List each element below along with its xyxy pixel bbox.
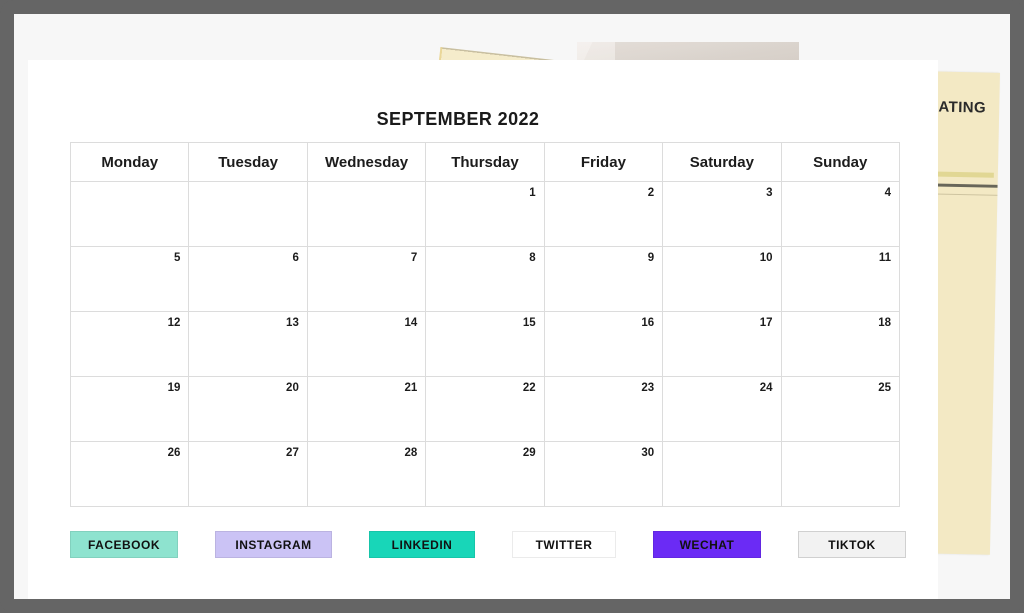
weekday-header-saturday: Saturday: [662, 142, 782, 182]
calendar-day-number: 11: [878, 252, 891, 264]
calendar-day-number: 8: [529, 252, 536, 264]
calendar-day-number: 25: [878, 382, 891, 394]
calendar-day-cell[interactable]: 27: [188, 441, 308, 507]
calendar-day-number: 21: [404, 382, 418, 394]
calendar-body: 1 2 3 4 5 6 7 8 9 10 11 12 13 14 15 16 17 18 19 20 21 22 23 24 2…: [69, 181, 901, 507]
calendar-day-cell[interactable]: 21: [306, 376, 427, 442]
calendar-day-number: 18: [878, 317, 891, 329]
calendar-day-cell[interactable]: 24: [662, 376, 782, 442]
calendar-day-cell[interactable]: 5: [69, 246, 190, 312]
calendar-day-number: 7: [410, 252, 418, 264]
calendar-empty-cell[interactable]: [780, 441, 901, 507]
calendar-day-number: 28: [404, 447, 418, 459]
calendar-day-cell[interactable]: 11: [780, 246, 901, 312]
page-title: SEPTEMBER 2022: [376, 109, 540, 129]
calendar-empty-cell[interactable]: [188, 181, 308, 247]
calendar-day-number: 6: [292, 252, 299, 264]
calendar-day-cell[interactable]: 16: [543, 311, 664, 377]
calendar-day-number: 4: [884, 187, 891, 199]
calendar-day-number: 17: [759, 317, 773, 329]
calendar-header-row: Monday Tuesday Wednesday Thursday Friday…: [69, 142, 901, 182]
calendar-day-cell[interactable]: 1: [425, 181, 545, 247]
calendar-day-cell[interactable]: 9: [543, 246, 664, 312]
calendar-week-row: 1 2 3 4: [69, 181, 901, 247]
social-button-twitter[interactable]: TWITTER: [512, 531, 616, 558]
calendar-day-cell[interactable]: 23: [543, 376, 664, 442]
calendar-day-number: 10: [759, 252, 773, 264]
calendar-day-cell[interactable]: 14: [306, 311, 427, 377]
calendar-day-cell[interactable]: 4: [780, 181, 901, 247]
calendar-day-cell[interactable]: 19: [69, 376, 190, 442]
calendar-day-number: 20: [286, 382, 299, 394]
calendar-day-number: 12: [167, 317, 181, 329]
calendar-week-row: 12 13 14 15 16 17 18: [69, 311, 901, 377]
calendar-day-number: 13: [286, 317, 299, 329]
calendar-day-cell[interactable]: 12: [69, 311, 190, 377]
calendar-day-number: 23: [641, 382, 655, 394]
calendar-day-number: 9: [647, 252, 655, 264]
calendar-week-row: 19 20 21 22 23 24 25: [69, 376, 901, 442]
weekday-header-thursday: Thursday: [425, 142, 545, 182]
weekday-header-friday: Friday: [543, 142, 664, 182]
social-button-instagram[interactable]: INSTAGRAM: [215, 531, 332, 558]
calendar-day-cell[interactable]: 22: [425, 376, 545, 442]
calendar-day-cell[interactable]: 29: [425, 441, 545, 507]
weekday-header-wednesday: Wednesday: [306, 142, 427, 182]
calendar-day-number: 30: [641, 447, 655, 459]
calendar-day-cell[interactable]: 20: [188, 376, 308, 442]
calendar-day-number: 1: [529, 187, 536, 199]
calendar-day-number: 2: [647, 187, 655, 199]
calendar-day-cell[interactable]: 26: [69, 441, 190, 507]
calendar-day-cell[interactable]: 7: [306, 246, 427, 312]
calendar-day-number: 16: [641, 317, 655, 329]
calendar-empty-cell[interactable]: [306, 181, 427, 247]
calendar-day-cell[interactable]: 25: [780, 376, 901, 442]
social-button-wechat[interactable]: WECHAT: [653, 531, 761, 558]
calendar-grid: Monday Tuesday Wednesday Thursday Friday…: [69, 142, 901, 507]
weekday-header-sunday: Sunday: [780, 142, 901, 182]
calendar-day-cell[interactable]: 2: [543, 181, 664, 247]
social-button-linkedin[interactable]: LINKEDIN: [369, 531, 475, 558]
social-buttons-row: FACEBOOK INSTAGRAM LINKEDIN TWITTER WECHAT TI…: [70, 531, 906, 558]
calendar-day-number: 5: [174, 252, 181, 264]
calendar-day-cell[interactable]: 8: [425, 246, 545, 312]
calendar-day-cell[interactable]: 18: [780, 311, 901, 377]
calendar-week-row: 26 27 28 29 30: [69, 441, 901, 507]
calendar-day-cell[interactable]: 17: [662, 311, 782, 377]
calendar-day-number: 14: [404, 317, 418, 329]
calendar-day-number: 27: [286, 447, 299, 459]
application-frame: RATING SEPTEMBER 2022 Monday Tuesday Wed…: [0, 0, 1024, 613]
social-button-tiktok[interactable]: TIKTOK: [798, 531, 906, 558]
calendar-day-number: 22: [522, 382, 536, 394]
calendar-week-row: 5 6 7 8 9 10 11: [69, 246, 901, 312]
calendar-empty-cell[interactable]: [69, 181, 190, 247]
calendar-day-number: 29: [522, 447, 536, 459]
calendar-day-number: 15: [522, 317, 536, 329]
calendar-day-cell[interactable]: 13: [188, 311, 308, 377]
calendar-day-number: 19: [167, 382, 181, 394]
calendar-day-number: 3: [766, 187, 773, 199]
page-surface: RATING SEPTEMBER 2022 Monday Tuesday Wed…: [14, 14, 1010, 599]
calendar-card: SEPTEMBER 2022 Monday Tuesday Wednesday …: [28, 60, 938, 599]
calendar-day-number: 24: [759, 382, 773, 394]
calendar-day-cell[interactable]: 30: [543, 441, 664, 507]
calendar-day-cell[interactable]: 10: [662, 246, 782, 312]
calendar-day-cell[interactable]: 15: [425, 311, 545, 377]
calendar-empty-cell[interactable]: [662, 441, 782, 507]
calendar-day-number: 26: [167, 447, 181, 459]
weekday-header-tuesday: Tuesday: [188, 142, 308, 182]
calendar-day-cell[interactable]: 6: [188, 246, 308, 312]
weekday-header-monday: Monday: [69, 142, 190, 182]
calendar-day-cell[interactable]: 3: [662, 181, 782, 247]
calendar-day-cell[interactable]: 28: [306, 441, 427, 507]
social-button-facebook[interactable]: FACEBOOK: [70, 531, 178, 558]
